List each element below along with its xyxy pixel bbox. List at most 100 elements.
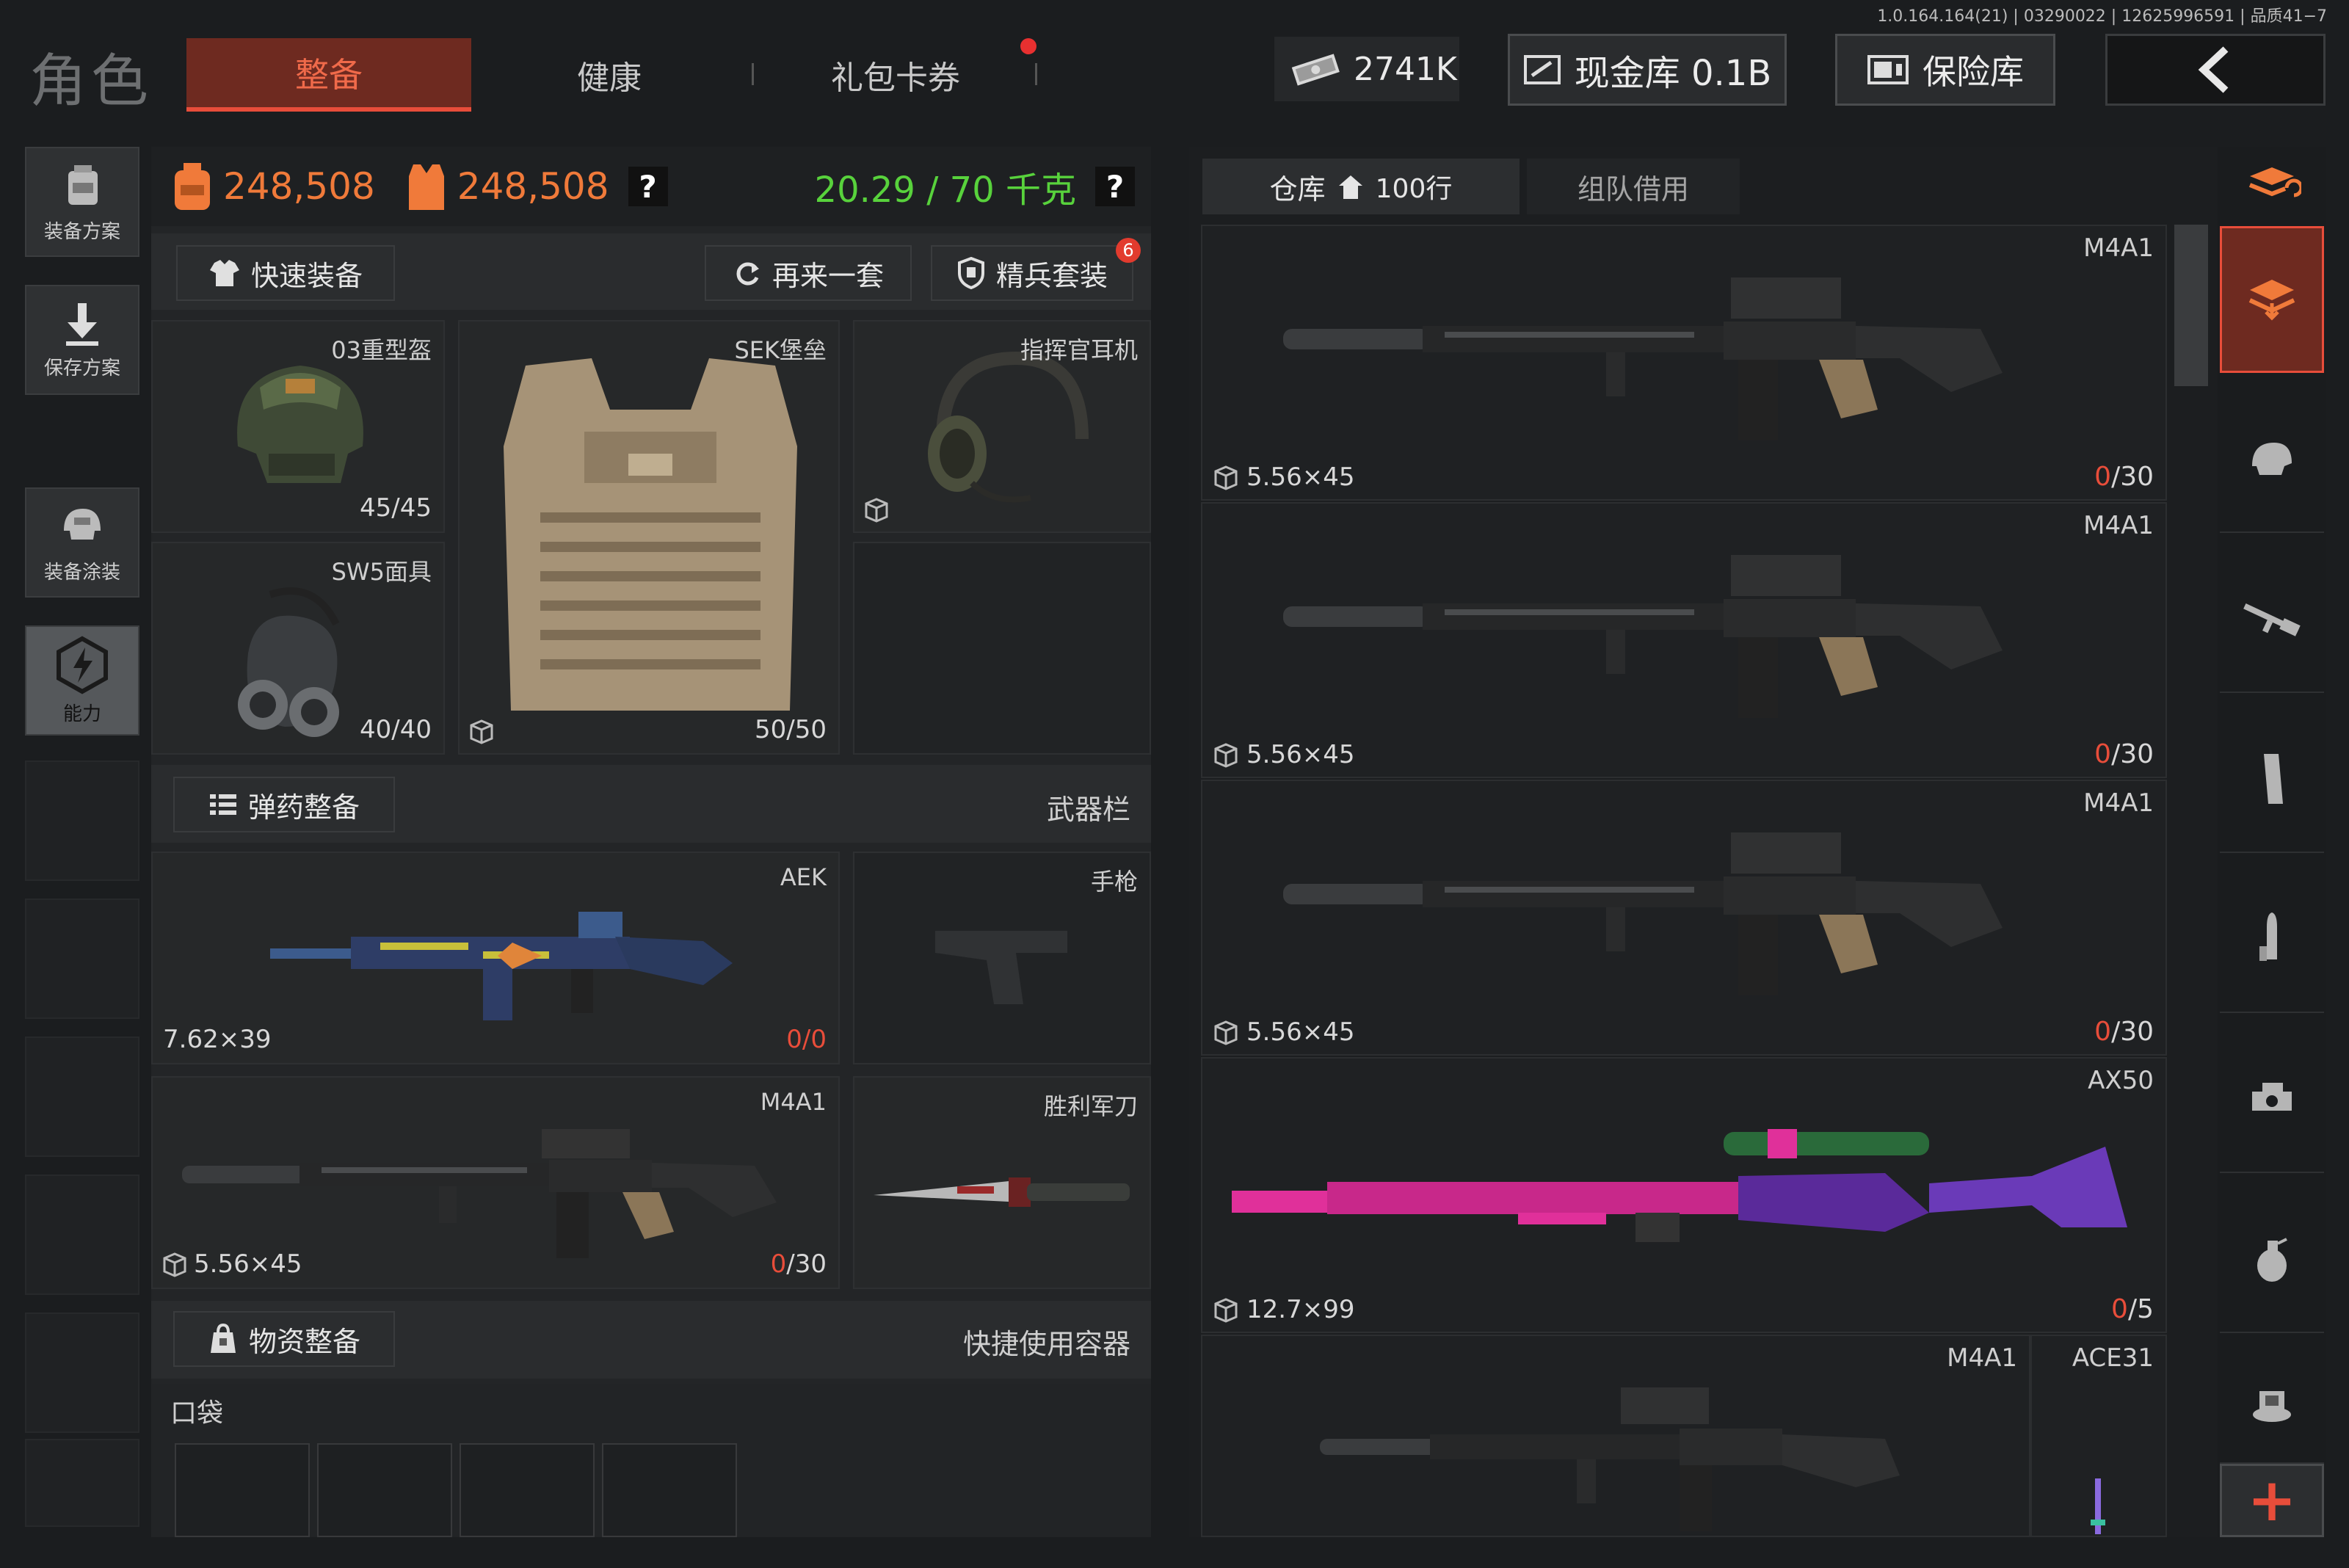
pocket-slot[interactable] bbox=[317, 1443, 452, 1537]
mask-name: SW5面具 bbox=[331, 558, 432, 586]
sidebar-ability-label: 能力 bbox=[62, 703, 101, 725]
elite-kit-label: 精兵套装 bbox=[995, 259, 1108, 292]
ammo-icon bbox=[2259, 912, 2277, 961]
m4a1-caliber: 5.56×45 bbox=[194, 1249, 302, 1279]
sort-stack-icon bbox=[2248, 167, 2301, 197]
sidebar-empty-slot bbox=[25, 761, 139, 881]
elite-kit-badge: 6 bbox=[1116, 238, 1141, 263]
shield-icon bbox=[957, 257, 984, 289]
vest-icon bbox=[408, 164, 444, 210]
sidebar-equip-paint-label: 装备涂装 bbox=[43, 561, 120, 584]
m4a1-rifle-image bbox=[1283, 555, 2003, 718]
warehouse-item[interactable]: M4A1 5.56×45 0/30 bbox=[1201, 780, 2167, 1056]
category-rifle[interactable] bbox=[2220, 546, 2324, 693]
sort-button[interactable] bbox=[2220, 147, 2324, 220]
aek-name: AEK bbox=[780, 863, 827, 891]
help-button[interactable]: ? bbox=[628, 167, 668, 206]
magazine-icon bbox=[2264, 754, 2283, 804]
warehouse-item-ammo: 0/30 bbox=[2094, 1017, 2154, 1047]
safe-vault-label: 保险库 bbox=[1923, 52, 2024, 92]
ammo-current: 0 bbox=[2094, 462, 2112, 492]
storage-box-icon bbox=[1214, 1298, 1238, 1323]
sidebar-ability[interactable]: 能力 bbox=[25, 625, 139, 736]
knife-slot[interactable]: 胜利军刀 bbox=[853, 1076, 1151, 1289]
mask-slot[interactable]: SW5面具 40/40 bbox=[151, 542, 445, 755]
pocket-slot[interactable] bbox=[175, 1443, 310, 1537]
sidebar-save-plan[interactable]: 保存方案 bbox=[25, 285, 139, 395]
scope-icon bbox=[2252, 1083, 2292, 1111]
elite-kit-button[interactable]: 精兵套装 bbox=[931, 245, 1133, 301]
category-ammo[interactable] bbox=[2220, 866, 2324, 1013]
ammo-prep-label: 弹药整备 bbox=[247, 791, 360, 824]
armor-slot[interactable]: SEK堡垒 50/50 bbox=[458, 320, 840, 755]
tab-equip[interactable]: 整备 bbox=[186, 38, 471, 112]
safe-vault-button[interactable]: 保险库 bbox=[1835, 34, 2055, 106]
sidebar-save-plan-label: 保存方案 bbox=[43, 357, 120, 380]
category-grenade[interactable] bbox=[2220, 1186, 2324, 1333]
rifle-icon bbox=[2243, 603, 2301, 636]
storage-box-icon bbox=[1214, 743, 1238, 768]
m4a1-rifle-image bbox=[1283, 832, 2003, 995]
tab-team-borrow[interactable]: 组队借用 bbox=[1527, 159, 1740, 214]
m4a1-rifle-image bbox=[182, 1129, 777, 1258]
warehouse-scrollbar[interactable] bbox=[2174, 225, 2208, 386]
ammo-max: /30 bbox=[2111, 739, 2154, 769]
tab-warehouse[interactable]: 仓库 100行 bbox=[1202, 159, 1520, 214]
currency-display[interactable]: 2741K bbox=[1274, 37, 1459, 101]
empty-gear-slot[interactable] bbox=[853, 542, 1151, 755]
helmet-slot[interactable]: 03重型盔 45/45 bbox=[151, 320, 445, 533]
armor-name: SEK堡垒 bbox=[734, 336, 827, 364]
warehouse-item[interactable]: M4A1 bbox=[1201, 1335, 2030, 1537]
weapon-bar-label: 武器栏 bbox=[1046, 794, 1130, 826]
knife-image bbox=[874, 1177, 1130, 1207]
quick-equip-button[interactable]: 快速装备 bbox=[176, 245, 395, 301]
sidebar-equip-paint[interactable]: 装备涂装 bbox=[25, 487, 139, 598]
category-magazine[interactable] bbox=[2220, 706, 2324, 853]
primary-weapon-slot-1[interactable]: AEK 7.62×39 0/0 bbox=[151, 852, 840, 1064]
warehouse-item-caliber-group: 5.56×45 bbox=[1213, 740, 1354, 769]
category-attachment[interactable] bbox=[2220, 1026, 2324, 1173]
tab-gift[interactable]: 礼包卡券 bbox=[785, 38, 1006, 112]
pocket-slot[interactable] bbox=[460, 1443, 595, 1537]
warehouse-item-name: ACE31 bbox=[2072, 1343, 2154, 1373]
warehouse-item[interactable]: ACE31 bbox=[2030, 1335, 2167, 1537]
category-helmet[interactable] bbox=[2220, 386, 2324, 533]
pistol-slot[interactable]: 手枪 bbox=[853, 852, 1151, 1064]
aek-caliber: 7.62×39 bbox=[163, 1025, 272, 1054]
storage-box-icon bbox=[470, 719, 493, 744]
storage-box-icon bbox=[1214, 1020, 1238, 1045]
sidebar-empty-slot bbox=[25, 1037, 139, 1157]
headset-name: 指挥官耳机 bbox=[1020, 336, 1138, 364]
ammo-max: /30 bbox=[2111, 462, 2154, 492]
cash-vault-button[interactable]: 现金库 0.1B bbox=[1508, 34, 1787, 106]
helmet-paint-icon bbox=[64, 508, 101, 540]
pistol-slot-label: 手枪 bbox=[1090, 868, 1138, 896]
again-button[interactable]: 再来一套 bbox=[705, 245, 912, 301]
sidebar-equip-plan[interactable]: 装备方案 bbox=[25, 147, 139, 257]
supply-prep-button[interactable]: 物资整备 bbox=[173, 1311, 395, 1367]
m4a1-slot-name: M4A1 bbox=[760, 1088, 827, 1116]
supply-bag-icon bbox=[210, 1323, 236, 1353]
tab-health[interactable]: 健康 bbox=[514, 38, 705, 112]
mask-durability: 40/40 bbox=[360, 715, 432, 744]
help-button[interactable]: ? bbox=[1095, 167, 1135, 206]
quick-container-label: 快捷使用容器 bbox=[962, 1328, 1130, 1360]
warehouse-item-caliber: 12.7×99 bbox=[1246, 1295, 1355, 1324]
warehouse-item-caliber: 5.56×45 bbox=[1246, 1017, 1355, 1047]
warehouse-item[interactable]: M4A1 5.56×45 0/30 bbox=[1201, 502, 2167, 778]
sidebar-empty-slot bbox=[25, 899, 139, 1019]
warehouse-item[interactable]: AX50 12.7×99 0/5 bbox=[1201, 1057, 2167, 1333]
warehouse-item[interactable]: M4A1 5.56×45 0/30 bbox=[1201, 225, 2167, 501]
ammo-prep-button[interactable]: 弹药整备 bbox=[173, 777, 395, 832]
pocket-slot[interactable] bbox=[602, 1443, 737, 1537]
grenade-icon bbox=[2257, 1238, 2287, 1282]
m4a1-ammo: 0/30 bbox=[771, 1249, 827, 1279]
headset-slot[interactable]: 指挥官耳机 bbox=[853, 320, 1151, 533]
category-all[interactable] bbox=[2220, 226, 2324, 373]
helmet-image bbox=[237, 366, 363, 483]
back-button[interactable] bbox=[2105, 34, 2326, 106]
category-consumable[interactable] bbox=[2220, 1346, 2324, 1464]
add-button[interactable]: + bbox=[2220, 1464, 2324, 1537]
primary-weapon-slot-2[interactable]: M4A1 5.56×45 0/30 bbox=[151, 1076, 840, 1289]
armor-durability: 50/50 bbox=[755, 715, 827, 744]
